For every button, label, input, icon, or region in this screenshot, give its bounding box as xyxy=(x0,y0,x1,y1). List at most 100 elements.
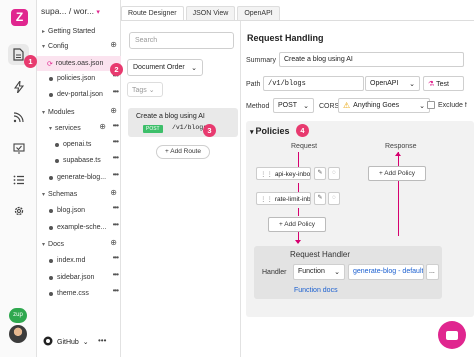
openapi-select[interactable]: OpenAPI ⌄ xyxy=(365,76,420,91)
tags-filter[interactable]: Tags ⌄ xyxy=(127,82,163,97)
more-icon[interactable]: ••• xyxy=(113,87,119,96)
tab-route-designer[interactable]: Route Designer xyxy=(121,6,184,20)
test-label: Test xyxy=(436,81,449,88)
search-input[interactable]: Search xyxy=(129,32,234,49)
chevron-down-icon: ⌄ xyxy=(303,103,309,110)
more-icon[interactable]: ••• xyxy=(113,137,119,146)
tree-item-blog-json[interactable]: blog.json ••• xyxy=(37,203,121,218)
zuplo-logo[interactable]: Z xyxy=(11,9,28,26)
more-icon[interactable]: ••• xyxy=(113,170,119,179)
chevron-right-icon: ▸ xyxy=(42,29,46,35)
more-icon[interactable]: ••• xyxy=(113,286,119,295)
hide-icon[interactable]: ◌ xyxy=(328,192,340,205)
policies-title: Policies xyxy=(255,126,290,136)
avatar[interactable] xyxy=(9,325,27,343)
test-icon: ⚗ xyxy=(428,81,435,88)
check-icon[interactable] xyxy=(8,138,29,159)
file-dot-icon xyxy=(55,158,59,163)
tree-item-getting-started[interactable]: ▸ Getting Started xyxy=(37,24,121,39)
tree-folder-docs[interactable]: ▾ Docs ⊕ xyxy=(37,237,121,252)
more-options-icon[interactable]: ... xyxy=(426,264,439,280)
add-response-policy-button[interactable]: + Add Policy xyxy=(368,166,426,181)
chat-button[interactable] xyxy=(438,321,466,349)
more-icon[interactable]: ••• xyxy=(113,270,119,279)
policies-header[interactable]: ▾ Policies xyxy=(250,126,290,136)
tree-item-label: theme.css xyxy=(57,290,89,297)
zup-badge[interactable]: zup xyxy=(9,308,27,323)
tree-item-supabase[interactable]: supabase.ts ••• xyxy=(37,153,121,168)
file-dot-icon xyxy=(49,76,53,81)
more-icon[interactable]: ••• xyxy=(113,253,119,262)
exclude-checkbox[interactable] xyxy=(427,101,435,109)
github-more-icon[interactable]: ••• xyxy=(98,336,106,345)
add-request-policy-button[interactable]: + Add Policy xyxy=(268,217,326,232)
drag-handle-icon[interactable]: ⋮⋮ xyxy=(260,196,275,203)
add-file-icon[interactable]: ⊕ xyxy=(110,40,117,49)
edit-icon[interactable]: ✎ xyxy=(314,167,326,180)
cors-select[interactable]: ⚠ Anything Goes ⌄ xyxy=(338,98,430,113)
cors-value: Anything Goes xyxy=(353,102,400,109)
tree-item-label: routes.oas.json xyxy=(55,60,104,67)
more-icon[interactable]: ••• xyxy=(113,153,119,162)
rss-icon[interactable] xyxy=(8,107,29,128)
tree-item-label: dev-portal.json xyxy=(57,91,103,98)
tree-item-generate-blog[interactable]: generate-blog... ••• xyxy=(37,170,121,185)
add-file-icon[interactable]: ⊕ xyxy=(110,106,117,115)
chevron-down-icon: ⌄ xyxy=(191,65,197,72)
tree-item-dev-portal[interactable]: dev-portal.json ••• xyxy=(37,87,121,102)
tree-folder-config[interactable]: ▾ Config ⊕ xyxy=(37,39,121,54)
more-icon[interactable]: ••• xyxy=(113,220,119,229)
tree-item-index-md[interactable]: index.md ••• xyxy=(37,253,121,268)
hide-icon[interactable]: ◌ xyxy=(328,167,340,180)
tree-item-routes-oas[interactable]: ⟳ routes.oas.json xyxy=(37,56,121,71)
test-button[interactable]: ⚗ Test xyxy=(423,76,464,91)
tree-item-policies[interactable]: policies.json ••• xyxy=(37,71,121,86)
method-select[interactable]: POST ⌄ xyxy=(273,98,314,113)
route-card[interactable]: Create a blog using AI POST /v1/blogs xyxy=(128,108,238,137)
handler-type-select[interactable]: Function ⌄ xyxy=(293,264,345,280)
github-button[interactable]: GitHub ⌄ xyxy=(43,336,89,348)
edit-icon[interactable]: ✎ xyxy=(314,192,326,205)
tree-item-sidebar-json[interactable]: sidebar.json ••• xyxy=(37,270,121,285)
chevron-down-icon: ⌄ xyxy=(409,81,415,88)
gear-icon[interactable] xyxy=(8,200,29,221)
tree-item-openai[interactable]: openai.ts ••• xyxy=(37,137,121,152)
tags-label: Tags xyxy=(132,87,147,94)
handler-type: Function xyxy=(298,268,325,275)
tree-item-theme-css[interactable]: theme.css ••• xyxy=(37,286,121,301)
handler-value: generate-blog - default xyxy=(353,268,424,275)
summary-input[interactable]: Create a blog using AI xyxy=(279,52,464,67)
more-icon[interactable]: ••• xyxy=(113,121,119,130)
order-select[interactable]: Document Order ⌄ xyxy=(127,59,203,76)
list-icon[interactable] xyxy=(8,169,29,190)
tab-json-view[interactable]: JSON View xyxy=(185,6,236,20)
tab-openapi[interactable]: OpenAPI xyxy=(237,6,280,20)
tree-item-label: supabase.ts xyxy=(63,157,101,164)
github-icon xyxy=(43,336,53,348)
file-dot-icon xyxy=(49,208,53,213)
handler-module-select[interactable]: generate-blog - default xyxy=(348,264,424,280)
chevron-down-icon: ⌄ xyxy=(419,102,425,110)
add-file-icon[interactable]: ⊕ xyxy=(99,122,106,131)
bolt-icon[interactable] xyxy=(8,76,29,97)
project-selector[interactable]: supa... / wor... ▾ xyxy=(41,6,100,16)
chevron-down-icon: ▾ xyxy=(42,44,46,50)
path-input[interactable]: /v1/blogs xyxy=(263,76,364,91)
step-badge: 4 xyxy=(296,124,309,137)
function-docs-link[interactable]: Function docs xyxy=(294,287,338,294)
policy-item[interactable]: ⋮⋮ rate-limit-inbo xyxy=(256,192,311,205)
tree-item-label: Config xyxy=(48,43,69,50)
drag-handle-icon[interactable]: ⋮⋮ xyxy=(260,171,275,178)
add-file-icon[interactable]: ⊕ xyxy=(110,188,117,197)
tree-folder-services[interactable]: ▾ services ⊕ ••• xyxy=(37,121,121,136)
tree-folder-schemas[interactable]: ▾ Schemas ⊕ xyxy=(37,187,121,202)
add-file-icon[interactable]: ⊕ xyxy=(110,238,117,247)
add-route-button[interactable]: + Add Route xyxy=(156,145,210,159)
github-label: GitHub xyxy=(57,338,79,346)
tree-item-label: example-sche... xyxy=(57,224,107,231)
more-icon[interactable]: ••• xyxy=(113,203,119,212)
method-badge: POST xyxy=(143,125,163,133)
policy-item[interactable]: ⋮⋮ api-key-inbou xyxy=(256,167,311,180)
tree-folder-modules[interactable]: ▾ Modules ⊕ xyxy=(37,105,121,120)
tree-item-example-schema[interactable]: example-sche... ••• xyxy=(37,220,121,235)
